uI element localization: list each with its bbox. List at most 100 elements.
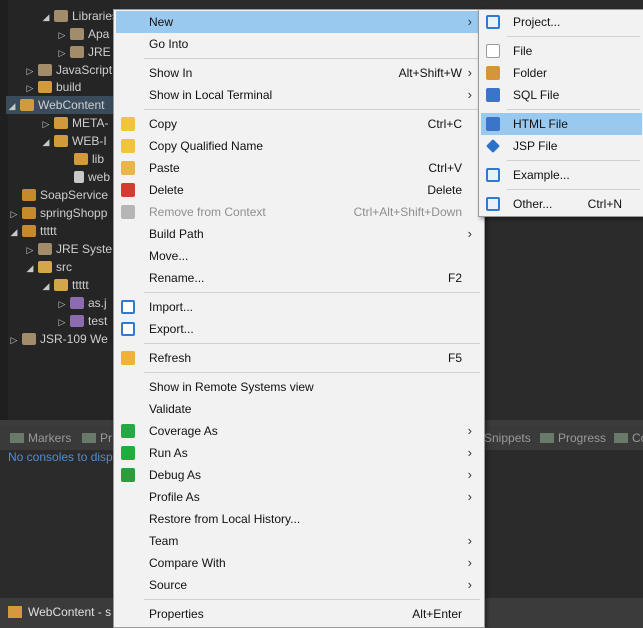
menu-item-show-in[interactable]: Show In Alt+Shift+W ›	[116, 62, 482, 84]
webservices-icon	[22, 333, 36, 345]
expand-arrow-icon[interactable]: ▷	[24, 79, 36, 97]
tree-item[interactable]: ▷ JRE	[56, 43, 111, 61]
tree-item[interactable]: ◢ ttttt	[40, 276, 89, 294]
menu-item-build-path[interactable]: Build Path ›	[116, 223, 482, 245]
submenu-item-html-file[interactable]: HTML File	[481, 113, 642, 135]
folder-icon	[54, 117, 68, 129]
properties-icon	[82, 433, 96, 443]
menu-item-run-as[interactable]: Run As ›	[116, 442, 482, 464]
expand-arrow-icon[interactable]: ▷	[8, 205, 20, 223]
menu-separator	[144, 343, 480, 344]
expand-arrow-icon[interactable]: ▷	[8, 331, 20, 349]
submenu-arrow-icon: ›	[467, 14, 472, 29]
submenu-item-label: JSP File	[513, 139, 558, 153]
menu-item-team[interactable]: Team ›	[116, 530, 482, 552]
menu-item-copy-qualified-name[interactable]: Copy Qualified Name	[116, 135, 482, 157]
menu-item-rename[interactable]: Rename... F2	[116, 267, 482, 289]
tree-item[interactable]: ▷ JavaScript	[24, 61, 113, 79]
tree-item[interactable]: ▷ build	[24, 78, 82, 97]
project-explorer: ◢ Libraries ▷ Apa ▷ JRE ▷ JavaScript ▷ build …	[0, 0, 120, 420]
submenu-item-label: Example...	[513, 168, 570, 182]
tree-item[interactable]: ▷ META-	[40, 114, 109, 133]
expand-arrow-icon[interactable]: ▷	[56, 44, 68, 62]
tab-progress[interactable]: Progress	[540, 430, 606, 446]
tree-item[interactable]: lib	[60, 150, 104, 168]
submenu-arrow-icon: ›	[467, 467, 472, 482]
expand-arrow-icon[interactable]: ◢	[40, 8, 52, 26]
tree-item[interactable]: ▷ JSR-109 We	[8, 330, 108, 348]
tree-item-selected[interactable]: ◢ WebContent	[6, 96, 120, 114]
menu-item-move[interactable]: Move...	[116, 245, 482, 267]
menu-item-remove-from-context[interactable]: Remove from Context Ctrl+Alt+Shift+Down	[116, 201, 482, 223]
submenu-item-jsp-file[interactable]: JSP File	[481, 135, 642, 157]
menu-item-export[interactable]: Export...	[116, 318, 482, 340]
menu-item-copy[interactable]: Copy Ctrl+C	[116, 113, 482, 135]
menu-item-delete[interactable]: Delete Delete	[116, 179, 482, 201]
shortcut-label: Ctrl+Alt+Shift+Down	[353, 205, 462, 219]
collapse-arrow-icon[interactable]: ◢	[40, 277, 52, 295]
tree-item[interactable]: ▷ springShopp	[8, 204, 108, 223]
menu-item-import[interactable]: Import...	[116, 296, 482, 318]
tab-snippets[interactable]: Snippets	[484, 430, 531, 446]
submenu-arrow-icon: ›	[467, 489, 472, 504]
menu-item-refresh[interactable]: Refresh F5	[116, 347, 482, 369]
new-project-icon	[486, 15, 500, 29]
sql-file-icon	[486, 88, 500, 102]
tree-item[interactable]: ◢ WEB-I	[40, 132, 107, 150]
expand-arrow-icon[interactable]: ▷	[24, 241, 36, 259]
submenu-item-folder[interactable]: Folder	[481, 62, 642, 84]
collapse-arrow-icon[interactable]: ◢	[8, 223, 20, 241]
project-icon	[22, 189, 36, 201]
tab-label: Markers	[28, 431, 72, 445]
submenu-item-file[interactable]: File	[481, 40, 642, 62]
menu-item-profile-as[interactable]: Profile As ›	[116, 486, 482, 508]
bug-icon	[121, 468, 135, 482]
tab-console[interactable]: Co	[614, 430, 643, 446]
menu-item-label: Paste	[149, 161, 180, 175]
expand-arrow-icon[interactable]: ▷	[40, 115, 52, 133]
menu-item-debug-as[interactable]: Debug As ›	[116, 464, 482, 486]
tree-item[interactable]: SoapService	[8, 186, 108, 204]
submenu-item-sql-file[interactable]: SQL File	[481, 84, 642, 106]
tree-item[interactable]: ▷ Apa	[56, 25, 110, 44]
menu-item-label: Move...	[149, 249, 189, 263]
menu-item-properties[interactable]: Properties Alt+Enter	[116, 603, 482, 625]
tree-item[interactable]: ◢ Libraries	[40, 7, 119, 26]
menu-item-new[interactable]: New ›	[116, 11, 482, 33]
tree-item-label: src	[56, 260, 72, 274]
menu-item-compare-with[interactable]: Compare With ›	[116, 552, 482, 574]
submenu-arrow-icon: ›	[467, 533, 472, 548]
tree-item[interactable]: ▷ test	[56, 312, 108, 331]
tab-properties[interactable]: Pr	[82, 430, 112, 446]
menu-item-validate[interactable]: Validate	[116, 398, 482, 420]
tree-item[interactable]: ◢ src	[24, 258, 72, 276]
project-icon	[22, 207, 36, 219]
expand-arrow-icon[interactable]: ▷	[56, 295, 68, 313]
coverage-icon	[121, 424, 135, 438]
expand-arrow-icon[interactable]: ▷	[56, 26, 68, 44]
submenu-item-other[interactable]: Other... Ctrl+N	[481, 193, 642, 215]
menu-item-restore-from-local-history[interactable]: Restore from Local History...	[116, 508, 482, 530]
menu-item-show-in-remote-systems[interactable]: Show in Remote Systems view	[116, 376, 482, 398]
new-submenu: Project... File Folder SQL File HTML Fil…	[478, 9, 643, 217]
tree-item[interactable]: ◢ ttttt	[8, 222, 57, 240]
menu-item-source[interactable]: Source ›	[116, 574, 482, 596]
menu-item-coverage-as[interactable]: Coverage As ›	[116, 420, 482, 442]
collapse-arrow-icon[interactable]: ◢	[40, 133, 52, 151]
collapse-arrow-icon[interactable]: ◢	[24, 259, 36, 277]
tab-markers[interactable]: Markers	[10, 430, 71, 446]
menu-item-show-in-local-terminal[interactable]: Show in Local Terminal ›	[116, 84, 482, 106]
tree-item-label: ttttt	[40, 224, 57, 238]
submenu-item-example[interactable]: Example...	[481, 164, 642, 186]
menu-item-go-into[interactable]: Go Into	[116, 33, 482, 55]
menu-item-paste[interactable]: Paste Ctrl+V	[116, 157, 482, 179]
progress-icon	[540, 433, 554, 443]
submenu-item-project[interactable]: Project...	[481, 11, 642, 33]
expand-arrow-icon[interactable]: ▷	[56, 313, 68, 331]
tree-item[interactable]: ▷ JRE Syste	[24, 240, 112, 258]
collapse-arrow-icon[interactable]: ◢	[6, 97, 18, 115]
folder-icon	[20, 99, 34, 111]
tree-item[interactable]: ▷ as.j	[56, 294, 107, 312]
tree-item[interactable]: web	[60, 168, 110, 186]
tree-item-label: JRE Syste	[56, 242, 113, 256]
